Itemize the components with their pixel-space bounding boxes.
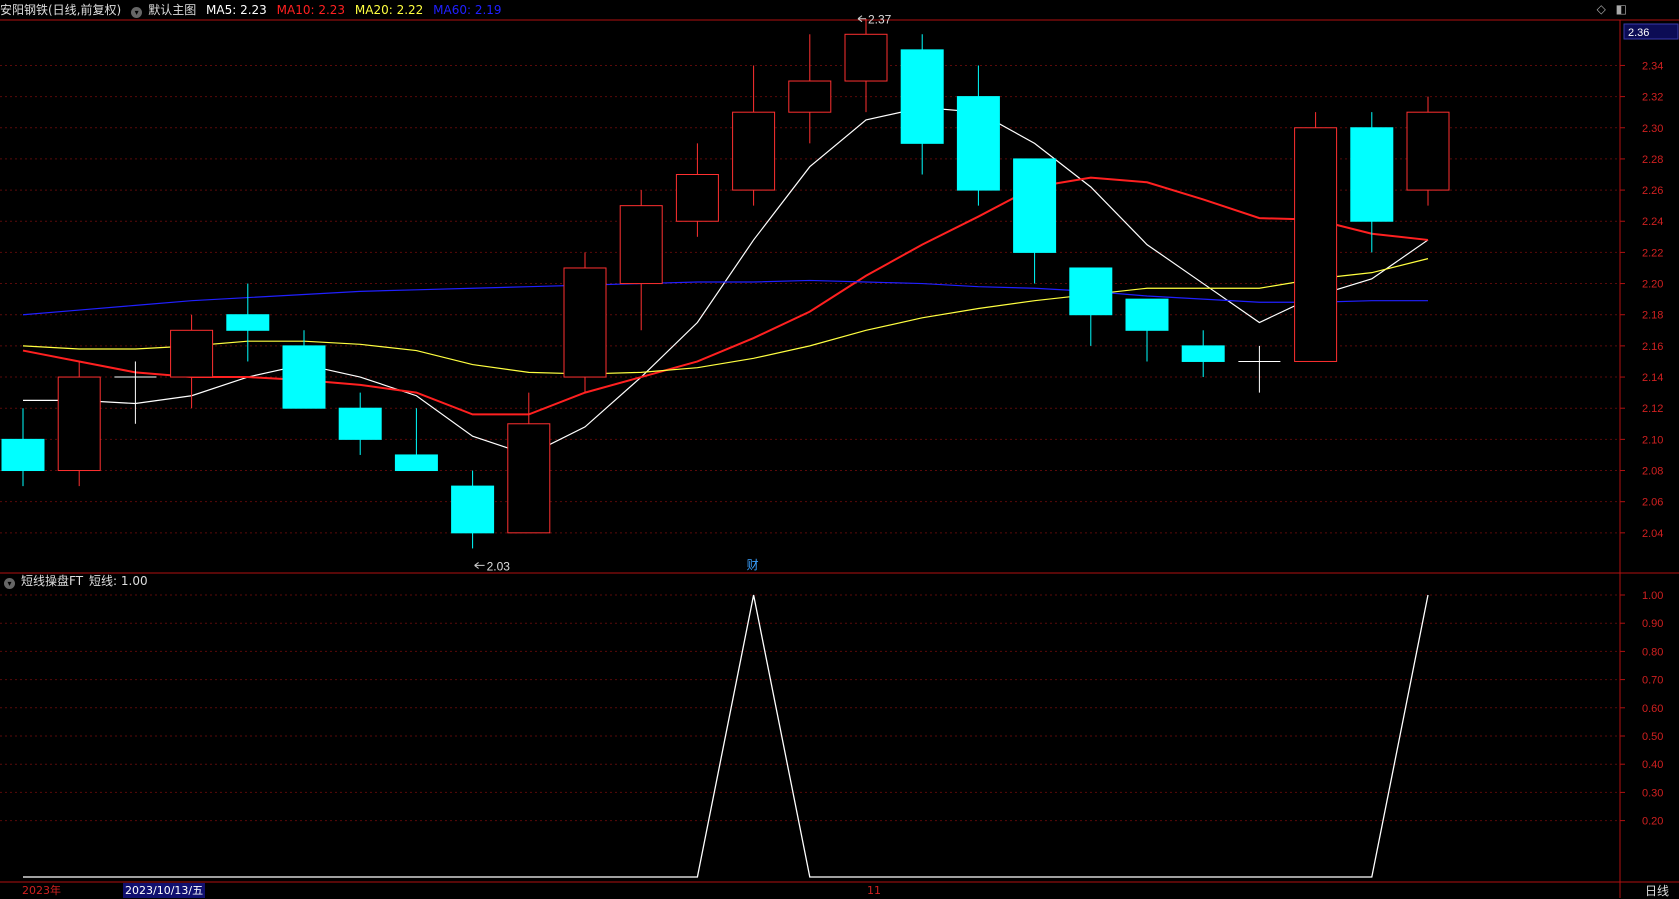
window-controls: ◇ ◧ (1591, 2, 1627, 16)
indicator-name[interactable]: 短线操盘FT (21, 574, 83, 588)
price-tick-label: 2.04 (1642, 528, 1663, 540)
candle-body (675, 174, 719, 222)
candle-body (956, 96, 1000, 191)
price-tick-label: 2.22 (1642, 247, 1663, 259)
price-tick-label: 2.30 (1642, 123, 1663, 135)
financial-marker: 财 (747, 558, 759, 572)
price-tick-label: 2.16 (1642, 341, 1663, 353)
shortline-series (23, 594, 1429, 878)
candle-body (900, 49, 944, 144)
candle-body (282, 345, 326, 409)
price-tick-label: 2.34 (1642, 60, 1663, 72)
price-tick-label: 2.08 (1642, 466, 1663, 478)
sub-plot (23, 594, 1429, 878)
candle-body (619, 205, 663, 285)
candle-body (732, 111, 776, 191)
candle-body (1069, 267, 1113, 316)
sub-header: ▾ 短线操盘FT 短线: 1.00 (0, 571, 154, 591)
ma20-value: MA20: 2.22 (354, 3, 424, 17)
sub-tick-label: 0.20 (1642, 816, 1663, 828)
sub-grid (0, 594, 1620, 822)
candle-body (226, 314, 270, 331)
candle-body (170, 329, 214, 378)
sub-tick-label: 0.90 (1642, 618, 1663, 630)
ma-line-ma10 (22, 176, 1429, 416)
sub-tick-label: 1.00 (1642, 590, 1663, 602)
candle-body (1406, 111, 1450, 191)
high-arrow-icon (857, 15, 866, 23)
ma-line-ma5 (23, 106, 1429, 456)
candle-body (394, 454, 438, 472)
sub-tick-label: 0.80 (1642, 646, 1663, 658)
stock-title[interactable]: 安阳钢铁(日线,前复权) (0, 3, 121, 17)
ma10-value: MA10: 2.23 (276, 3, 346, 17)
candle-body (788, 80, 832, 113)
ma-line-ma60 (22, 279, 1428, 316)
candle-body (338, 407, 382, 440)
candle-body (1294, 127, 1338, 362)
price-tick-label: 2.26 (1642, 185, 1663, 197)
low-label: 2.03 (487, 559, 511, 573)
chart-canvas[interactable]: 2.372.03 财 2.342.322.302.282.262.242.222.… (0, 0, 1679, 898)
candle-body (1013, 158, 1057, 253)
main-header: 安阳钢铁(日线,前复权) ▾ 默认主图 MA5: 2.23 MA10: 2.23 M… (0, 0, 508, 20)
cursor-date: 2023/10/13/五 (123, 883, 206, 898)
low-arrow-icon (474, 562, 485, 569)
candle-body (1181, 345, 1225, 362)
candle-body (1350, 127, 1394, 222)
chevron-down-icon[interactable]: ▾ (4, 578, 15, 589)
sub-tick-label: 0.70 (1642, 675, 1663, 687)
candle-body (507, 423, 551, 534)
ma5-value: MA5: 2.23 (206, 3, 267, 17)
sub-tick-label: 0.40 (1642, 759, 1663, 771)
price-tick-label: 2.28 (1642, 154, 1663, 166)
price-tick-label: 2.12 (1642, 403, 1663, 415)
candle-body (1125, 298, 1169, 331)
price-tick-label: 2.20 (1642, 279, 1663, 291)
price-axis: 2.34 2.32 2.30 2.28 2.26 2.24 2.22 2.20 2.18 2.16… (1620, 23, 1679, 828)
price-tick-label: 2.18 (1642, 310, 1663, 322)
candle-body (57, 376, 101, 472)
diamond-icon[interactable]: ◇ (1597, 2, 1606, 16)
chevron-down-icon[interactable]: ▾ (131, 7, 143, 18)
price-tick-label: 2.10 (1642, 434, 1663, 446)
sub-tick-label: 0.50 (1642, 731, 1663, 743)
sub-tick-label: 0.60 (1642, 703, 1663, 715)
ma60-value: MA60: 2.19 (433, 3, 502, 17)
template-name[interactable]: 默认主图 (148, 3, 196, 17)
candle-body (451, 485, 495, 534)
current-price-label: 2.36 (1628, 27, 1649, 39)
candle-body (1, 438, 45, 472)
candle-body (563, 267, 607, 378)
price-tick-label: 2.14 (1642, 372, 1663, 384)
year-label: 2023年 (22, 884, 61, 897)
period-label[interactable]: 日线 (1645, 882, 1669, 899)
month-label: 11 (867, 884, 881, 897)
indicator-value: 短线: 1.00 (89, 574, 148, 588)
candle-body (844, 33, 888, 82)
price-tick-label: 2.24 (1642, 216, 1663, 228)
price-tick-label: 2.32 (1642, 92, 1663, 104)
window-icon[interactable]: ◧ (1616, 2, 1627, 16)
sub-tick-label: 0.30 (1642, 787, 1663, 799)
price-tick-label: 2.06 (1642, 497, 1663, 509)
high-label: 2.37 (868, 13, 892, 27)
